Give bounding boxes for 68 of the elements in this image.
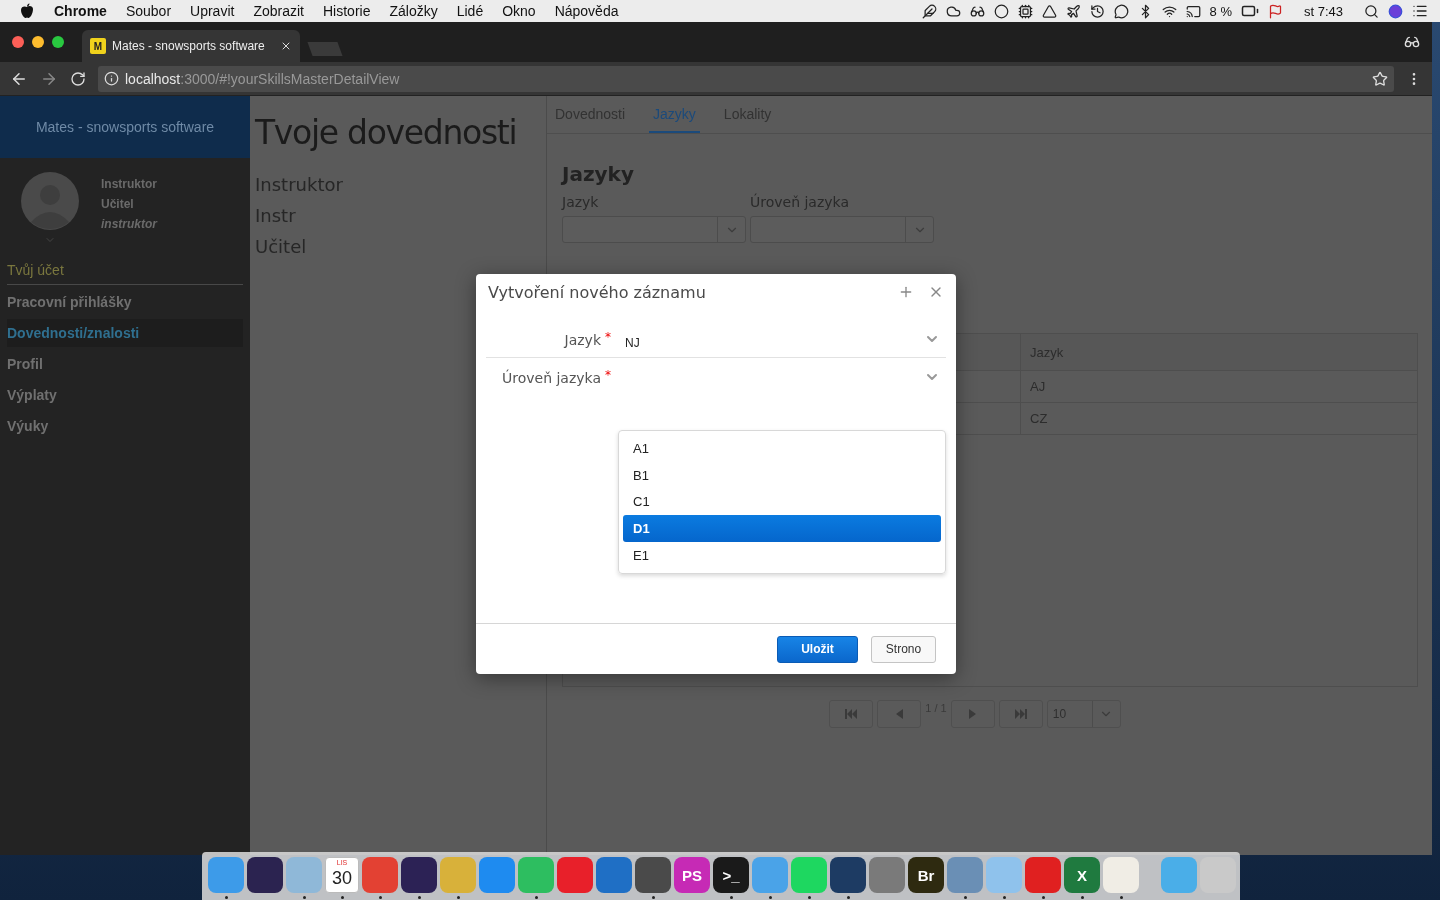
app-icon[interactable] [830, 857, 866, 893]
app-icon[interactable] [247, 857, 283, 893]
dropdown-option[interactable]: A1 [623, 435, 941, 462]
menu-item[interactable]: Chrome [54, 3, 107, 19]
flag-icon [1267, 3, 1283, 19]
brand-title: Mates - snowsports software [0, 96, 250, 158]
wifi-icon[interactable] [1161, 3, 1177, 19]
menu-item[interactable]: Soubor [125, 3, 172, 19]
page-title: Tvoje dovednosti [255, 112, 517, 154]
menu-item[interactable]: Záložky [389, 3, 438, 19]
cast-icon[interactable] [1185, 3, 1201, 19]
list-icon[interactable] [1412, 3, 1428, 19]
minimize-window-button[interactable] [32, 36, 44, 48]
triangle-right-icon [967, 708, 978, 720]
history-icon[interactable] [1089, 3, 1105, 19]
cloud-icon[interactable] [945, 3, 961, 19]
skip-back-icon [844, 708, 859, 720]
apple-icon[interactable] [20, 3, 34, 19]
clock[interactable]: st 7:43 [1303, 3, 1343, 19]
user-role: instruktor [101, 216, 157, 232]
browser-tab[interactable]: M Mates - snowsports software [82, 30, 300, 62]
search-icon[interactable] [1364, 3, 1379, 19]
menu-item[interactable]: Zobrazit [253, 3, 304, 19]
plane-icon[interactable] [1065, 3, 1081, 19]
section-heading: Jazyky [562, 162, 635, 186]
user-name: Učitel [101, 196, 135, 212]
menu-item[interactable]: Okno [502, 3, 536, 19]
select-field[interactable]: NJ [611, 320, 946, 357]
app-icon[interactable]: PS [674, 857, 710, 893]
section-title: Tvůj účet [7, 262, 243, 285]
close-window-button[interactable] [12, 36, 24, 48]
menu-item[interactable]: Nápověda [554, 3, 619, 19]
save-button[interactable]: Uložit [777, 635, 858, 663]
favicon: M [90, 38, 106, 54]
circle-icon[interactable] [993, 3, 1009, 19]
close-icon[interactable] [280, 40, 292, 52]
chip-icon[interactable] [1017, 3, 1033, 19]
chat-icon[interactable] [1113, 3, 1129, 19]
field-label: Jazyk $^{*}$ [562, 329, 611, 348]
dropdown-option[interactable]: B1 [623, 461, 941, 489]
tab-title: Mates - snowsports software [112, 39, 266, 53]
zoom-window-button[interactable] [52, 36, 64, 48]
dropdown-option[interactable]: C1 [623, 488, 941, 516]
avatar-icon [21, 172, 79, 230]
dropdown-option[interactable]: D1 [623, 515, 941, 543]
menu-item[interactable]: Historie [323, 3, 371, 19]
dropdown-option[interactable]: E1 [623, 542, 941, 569]
skip-forward-icon [1013, 708, 1028, 720]
dialog-title: Vytvoření nového záznamu [488, 282, 707, 302]
field-label: Úroveň jazyka $^{*}$ [500, 367, 611, 386]
leaf-icon[interactable] [921, 3, 937, 19]
app-icon[interactable]: Br [908, 857, 944, 893]
star-icon[interactable] [1372, 70, 1388, 87]
triangle-left-icon [894, 708, 905, 720]
menu-item[interactable]: Lidé [456, 3, 484, 19]
menu-item[interactable]: Upravit [190, 3, 235, 19]
address-bar[interactable]: localhost:3000/#!yourSkillsMasterDetailView [98, 65, 1394, 92]
maximize-icon[interactable] [898, 284, 914, 300]
app-icon[interactable] [401, 857, 437, 893]
app-icon[interactable] [635, 857, 671, 893]
reload-icon[interactable] [70, 70, 86, 87]
battery-percent: 8 % [1209, 3, 1232, 19]
user-name: Instruktor [101, 176, 157, 192]
app-icon[interactable]: X [1064, 857, 1100, 893]
info-icon [104, 71, 119, 86]
app-icon[interactable]: >_ [713, 857, 749, 893]
cancel-button[interactable]: Strono [871, 635, 936, 663]
triangle-icon[interactable] [1041, 3, 1057, 19]
